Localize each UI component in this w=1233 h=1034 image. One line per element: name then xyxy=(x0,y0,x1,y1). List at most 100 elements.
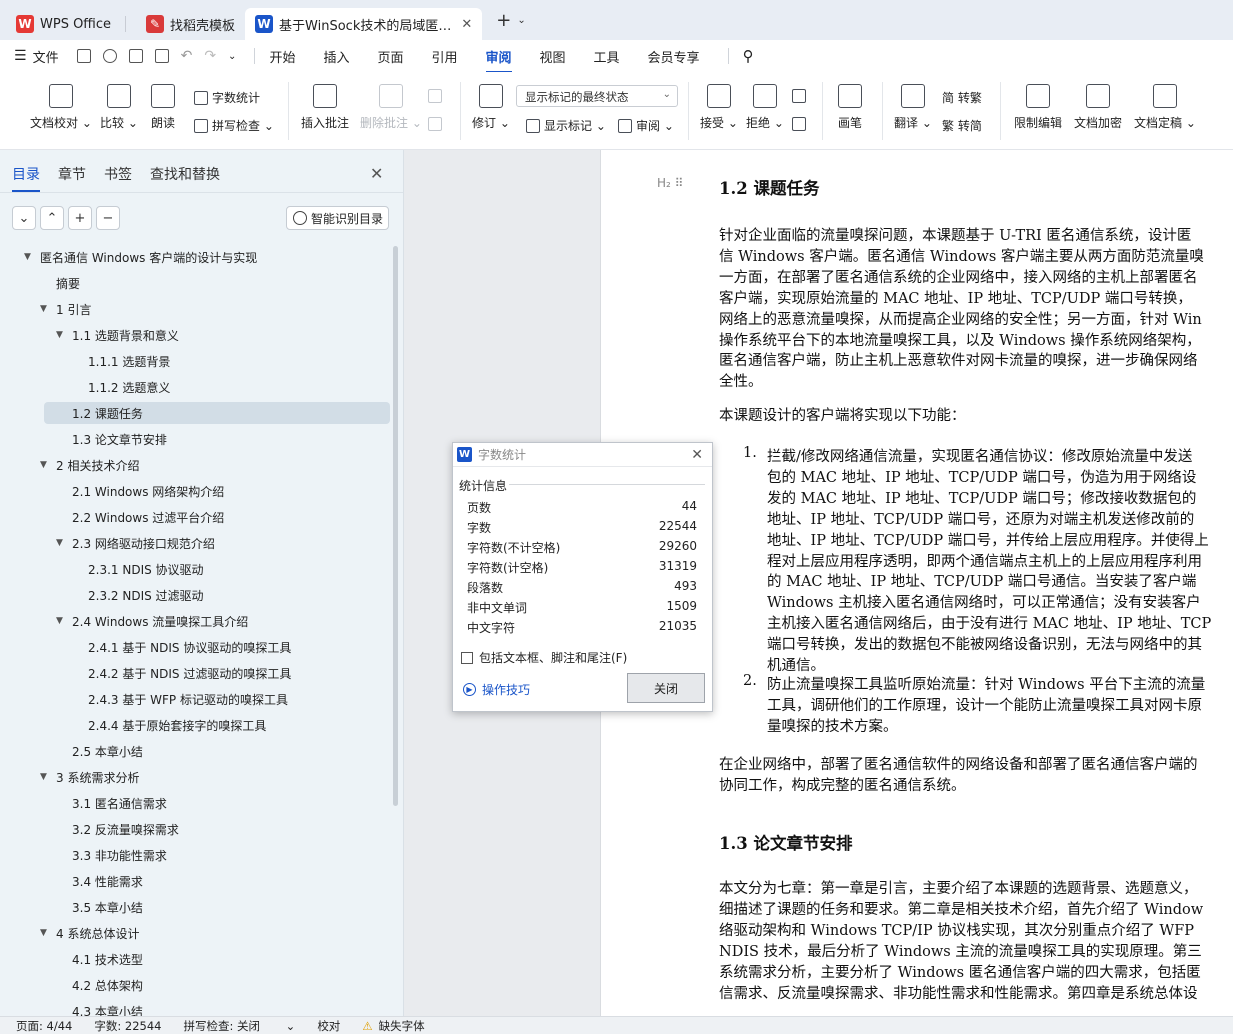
pen-button[interactable]: 画笔 xyxy=(838,84,862,131)
save-icon[interactable] xyxy=(76,49,91,63)
toc-item[interactable]: 2.1 Windows 网络架构介绍 xyxy=(56,480,224,502)
toc-item[interactable]: ▼ 1 引言 xyxy=(40,298,91,320)
toc-item[interactable]: 2.3.2 NDIS 过滤驱动 xyxy=(72,584,204,606)
search-icon[interactable]: ⚲ xyxy=(743,47,754,65)
print-preview-icon[interactable] xyxy=(154,49,169,63)
toc-item[interactable]: ▼ 4 系统总体设计 xyxy=(40,922,139,944)
toc-item[interactable]: 3.1 匿名通信需求 xyxy=(56,792,167,814)
toc-item[interactable]: 4.1 技术选型 xyxy=(56,948,143,970)
tab-bookmarks[interactable]: 书签 xyxy=(104,164,132,184)
link-icon[interactable] xyxy=(102,49,117,63)
to-traditional-button[interactable]: 简 转繁 xyxy=(942,89,982,106)
toc-item[interactable]: ▼ 匿名通信 Windows 客户端的设计与实现 xyxy=(24,246,257,268)
redo-icon[interactable]: ↷ xyxy=(204,48,216,64)
toc-item[interactable]: ▼ 3 系统需求分析 xyxy=(40,766,139,788)
to-simplified-button[interactable]: 繁 转简 xyxy=(942,117,982,134)
tab-wps-office[interactable]: W WPS Office xyxy=(6,8,136,40)
toc-item[interactable]: 2.2 Windows 过滤平台介绍 xyxy=(56,506,224,528)
toc-item[interactable]: 2.4.1 基于 NDIS 协议驱动的嗅探工具 xyxy=(72,636,291,658)
chevron-down-icon[interactable]: ⌄ xyxy=(517,15,525,26)
expand-triangle-icon[interactable]: ▼ xyxy=(40,304,56,314)
toc-item[interactable]: 4.2 总体架构 xyxy=(56,974,143,996)
show-markup-button[interactable]: 显示标记 ⌄ xyxy=(526,117,606,134)
toc-item[interactable]: 2.5 本章小结 xyxy=(56,740,143,762)
doc-encrypt-button[interactable]: 文档加密 xyxy=(1074,84,1122,131)
menu-page[interactable]: 页面 xyxy=(377,47,403,66)
doc-check-button[interactable]: 文档校对 ⌄ xyxy=(30,84,92,131)
tab-document[interactable]: W 基于WinSock技术的局域匿… ✕ xyxy=(245,8,483,40)
accept-button[interactable]: 接受 ⌄ xyxy=(700,84,738,131)
new-tab-icon[interactable]: + xyxy=(496,10,511,31)
missing-font-button[interactable]: 缺失字体 xyxy=(379,1018,425,1034)
menu-membership[interactable]: 会员专享 xyxy=(648,47,700,66)
toc-item[interactable]: 1.3 论文章节安排 xyxy=(56,428,167,450)
insert-comment-button[interactable]: 插入批注 xyxy=(301,84,349,131)
proof-button[interactable]: 校对 xyxy=(317,1018,340,1034)
chevron-down-icon[interactable]: ⌄ xyxy=(228,51,236,62)
collapse-icon[interactable]: ⌄ xyxy=(12,206,36,230)
menu-review[interactable]: 审阅 xyxy=(485,47,512,73)
remove-icon[interactable]: − xyxy=(96,206,120,230)
dialog-titlebar[interactable]: W 字数统计 xyxy=(453,443,712,467)
toc-item[interactable]: 1.2 课题任务 xyxy=(44,402,390,424)
expand-up-icon[interactable]: ⌃ xyxy=(40,206,64,230)
include-textbox-checkbox[interactable]: 包括文本框、脚注和尾注(F) xyxy=(461,649,627,666)
tips-link[interactable]: ▶ 操作技巧 xyxy=(463,681,530,698)
tab-find-replace[interactable]: 查找和替换 xyxy=(150,164,220,184)
menu-file[interactable]: 文件 xyxy=(33,47,59,66)
menu-home[interactable]: 开始 xyxy=(269,47,295,66)
close-button[interactable]: 关闭 xyxy=(627,673,705,703)
smart-toc-button[interactable]: 智能识别目录 xyxy=(286,206,389,230)
review-pane-button[interactable]: 审阅 ⌄ xyxy=(618,117,674,134)
menu-insert[interactable]: 插入 xyxy=(323,47,349,66)
prev-comment-icon[interactable] xyxy=(428,89,446,103)
word-count-indicator[interactable]: 字数: 22544 xyxy=(94,1018,161,1034)
checkbox-box[interactable] xyxy=(461,651,473,664)
restrict-edit-button[interactable]: 限制编辑 xyxy=(1014,84,1062,131)
next-comment-icon[interactable] xyxy=(428,117,446,131)
menu-tools[interactable]: 工具 xyxy=(594,47,620,66)
expand-triangle-icon[interactable]: ▼ xyxy=(40,928,56,938)
expand-triangle-icon[interactable]: ▼ xyxy=(56,538,72,548)
markup-state-select[interactable]: 显示标记的最终状态 ⌄ xyxy=(516,85,678,107)
toc-item[interactable]: 2.4.3 基于 WFP 标记驱动的嗅探工具 xyxy=(72,688,288,710)
doc-finalize-button[interactable]: 文档定稿 ⌄ xyxy=(1134,84,1196,131)
print-icon[interactable] xyxy=(128,49,143,63)
toc-item[interactable]: 摘要 xyxy=(40,272,80,294)
heading-marker-icon[interactable]: H₂ ⠿ xyxy=(657,176,683,190)
translate-button[interactable]: 翻译 ⌄ xyxy=(894,84,932,131)
close-icon[interactable]: ✕ xyxy=(370,164,383,183)
tab-templates[interactable]: ✎ 找稻壳模板 xyxy=(136,8,245,40)
add-icon[interactable]: + xyxy=(68,206,92,230)
toc-item[interactable]: 1.1.2 选题意义 xyxy=(72,376,170,398)
toc-item[interactable]: ▼ 2 相关技术介绍 xyxy=(40,454,139,476)
expand-triangle-icon[interactable]: ▼ xyxy=(56,616,72,626)
close-icon[interactable]: ✕ xyxy=(691,447,703,463)
expand-triangle-icon[interactable]: ▼ xyxy=(24,252,40,262)
tab-sections[interactable]: 章节 xyxy=(58,164,86,184)
reject-button[interactable]: 拒绝 ⌄ xyxy=(746,84,784,131)
toc-item[interactable]: 3.4 性能需求 xyxy=(56,870,143,892)
expand-triangle-icon[interactable]: ▼ xyxy=(56,330,72,340)
expand-triangle-icon[interactable]: ▼ xyxy=(40,772,56,782)
delete-comment-button[interactable]: 删除批注 ⌄ xyxy=(360,84,422,131)
revise-button[interactable]: 修订 ⌄ xyxy=(472,84,510,131)
close-icon[interactable]: ✕ xyxy=(461,17,472,32)
page-indicator[interactable]: 页面: 4/44 xyxy=(16,1018,72,1034)
word-count-button[interactable]: 字数统计 xyxy=(194,89,260,106)
toc-item[interactable]: 1.1.1 选题背景 xyxy=(72,350,170,372)
prev-change-icon[interactable] xyxy=(792,89,810,103)
toc-item[interactable]: 3.2 反流量嗅探需求 xyxy=(56,818,179,840)
hamburger-icon[interactable]: ☰ xyxy=(14,48,27,64)
toc-item[interactable]: 3.3 非功能性需求 xyxy=(56,844,167,866)
toc-item[interactable]: ▼ 2.3 网络驱动接口规范介绍 xyxy=(56,532,215,554)
next-change-icon[interactable] xyxy=(792,117,810,131)
toc-item[interactable]: 2.3.1 NDIS 协议驱动 xyxy=(72,558,204,580)
menu-view[interactable]: 视图 xyxy=(540,47,566,66)
menu-reference[interactable]: 引用 xyxy=(431,47,457,66)
expand-triangle-icon[interactable]: ▼ xyxy=(40,460,56,470)
scrollbar[interactable] xyxy=(393,246,398,806)
spell-check-status[interactable]: 拼写检查: 关闭 ⌄ xyxy=(183,1018,295,1034)
read-aloud-button[interactable]: 朗读 xyxy=(151,84,175,131)
undo-icon[interactable]: ↶ xyxy=(181,48,193,64)
